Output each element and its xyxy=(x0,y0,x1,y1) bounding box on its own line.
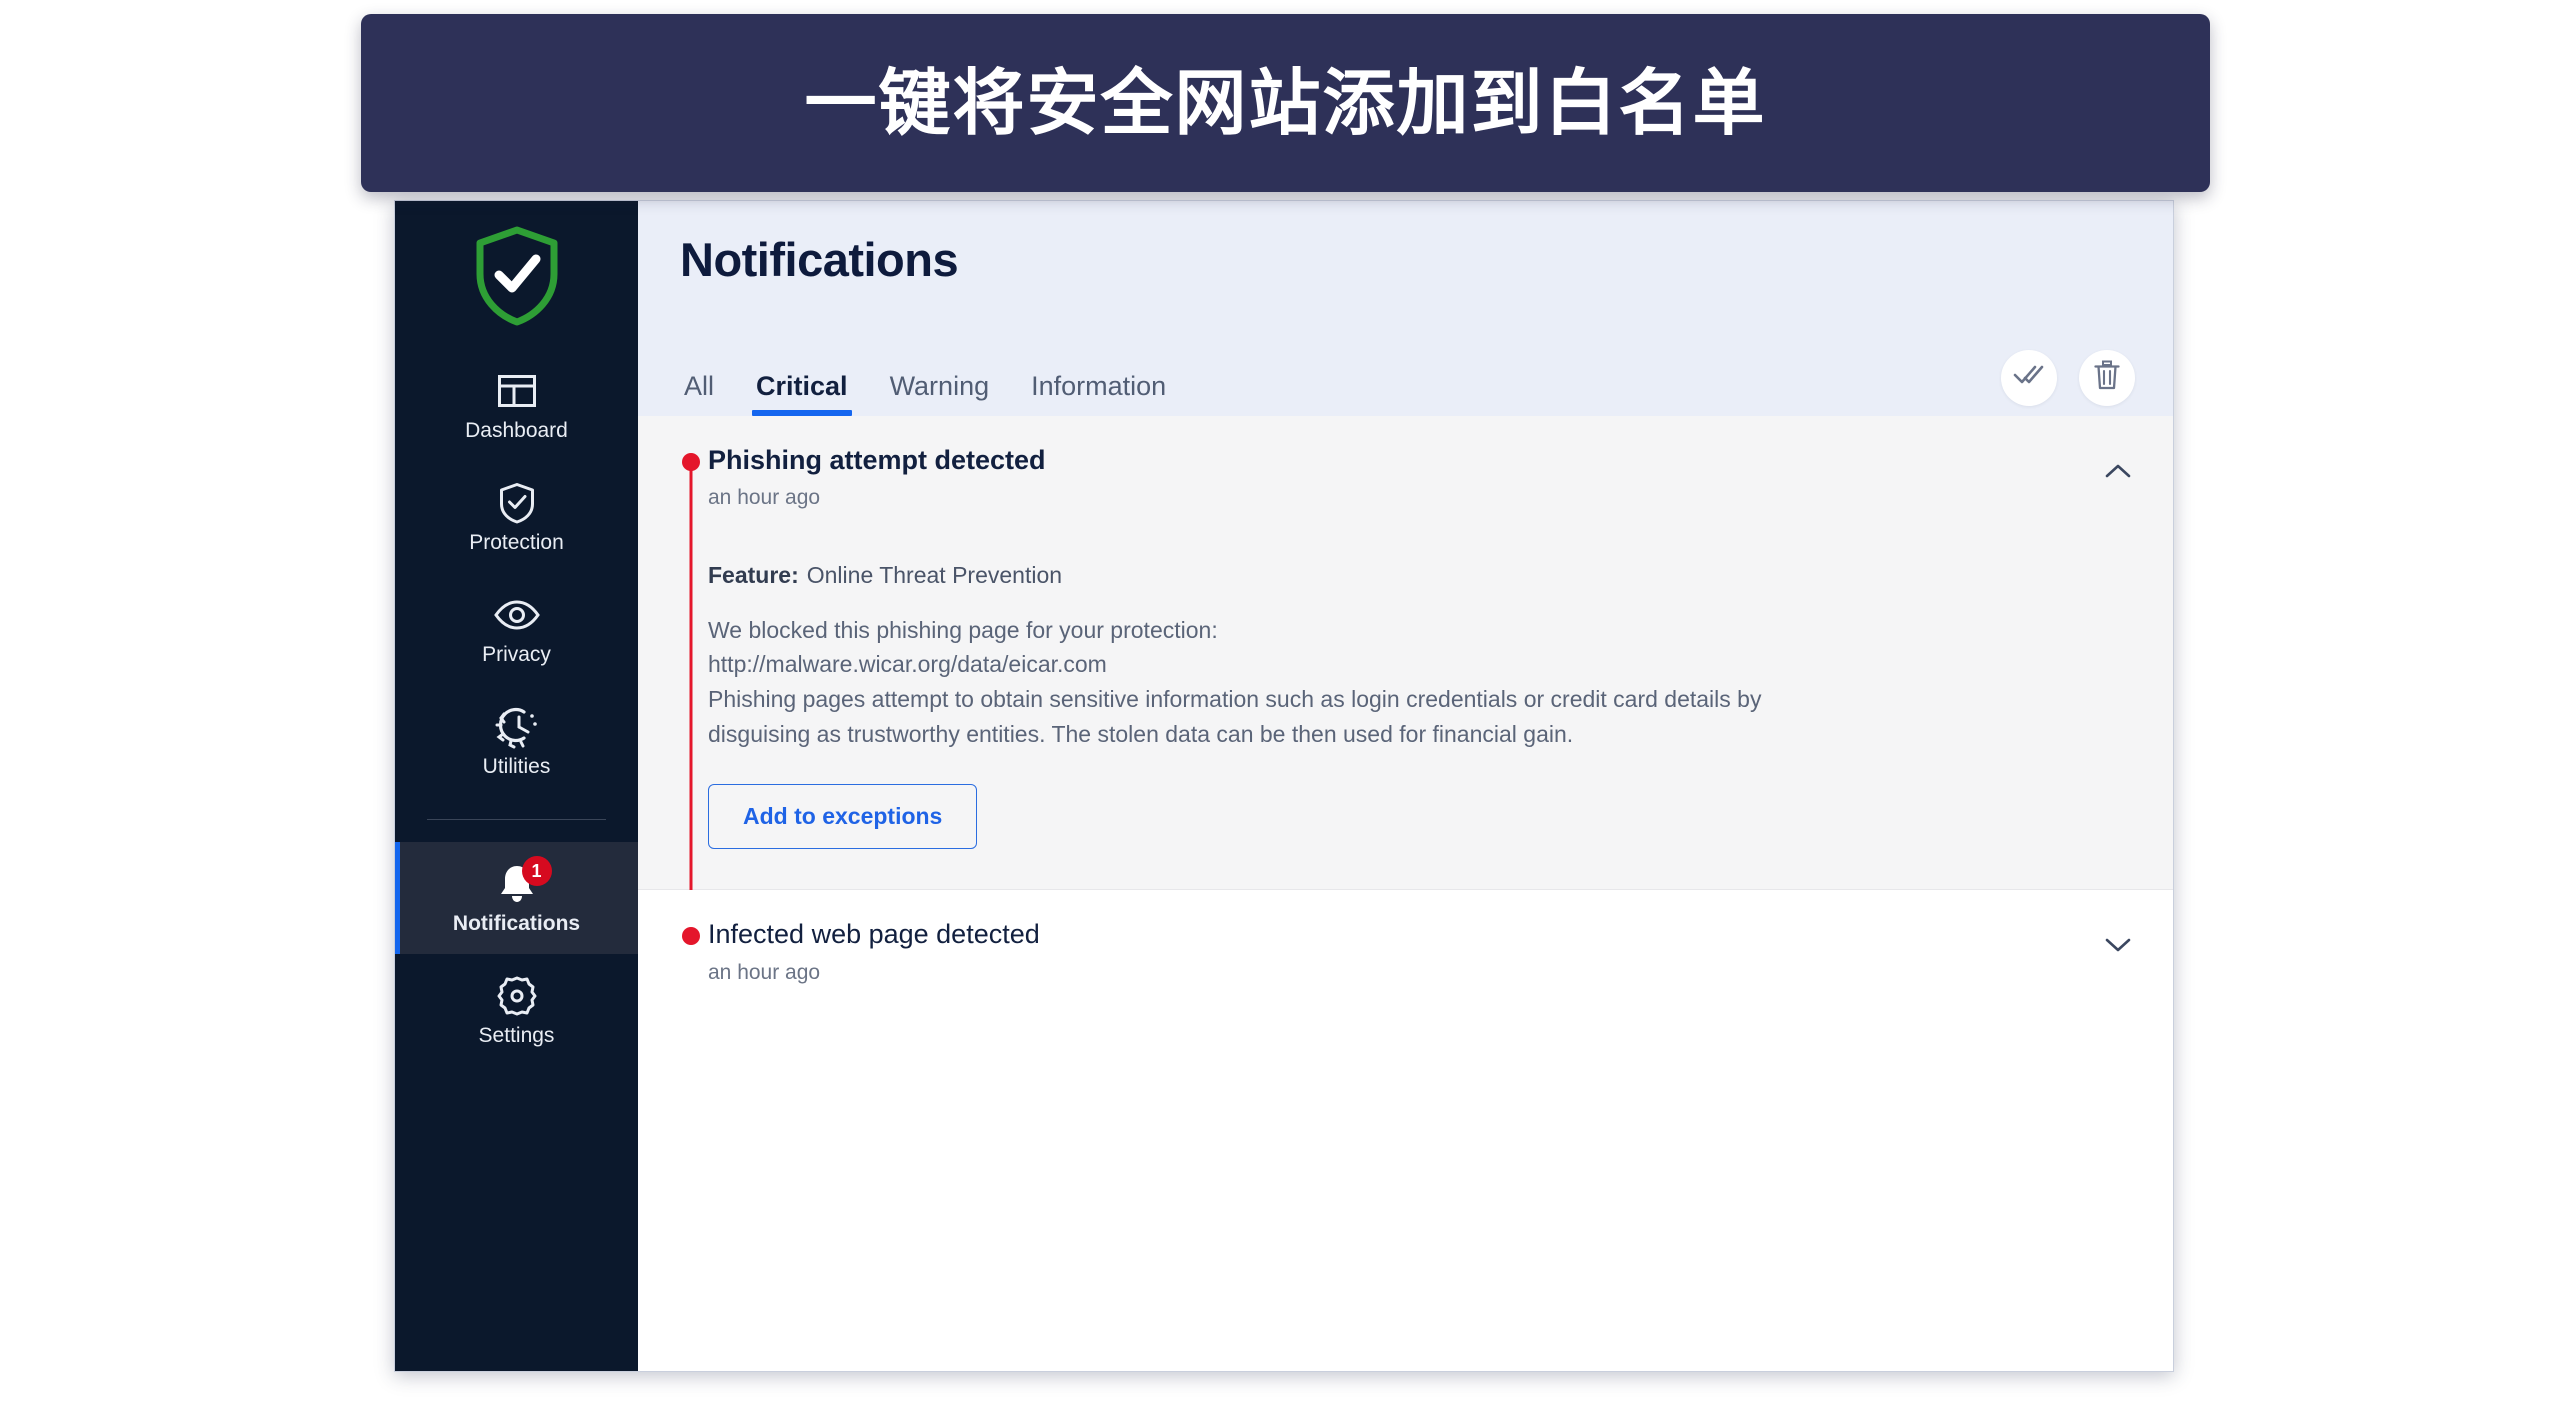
tab-all[interactable]: All xyxy=(680,372,718,416)
notification-filter-tabs: All Critical Warning Information xyxy=(680,338,1170,416)
notification-title: Phishing attempt detected xyxy=(708,444,1046,475)
notification-title-block: Phishing attempt detected an hour ago xyxy=(708,444,1046,511)
mark-all-read-button[interactable] xyxy=(2001,349,2057,406)
sidebar-item-privacy-label: Privacy xyxy=(482,643,551,666)
description-line-4: disguising as trustworthy entities. The … xyxy=(708,721,1574,748)
gear-clock-icon xyxy=(495,705,539,749)
notification-header: Infected web page detected an hour ago xyxy=(680,918,2135,985)
notification-header: Phishing attempt detected an hour ago xyxy=(680,444,2135,898)
notification-item-phishing[interactable]: Phishing attempt detected an hour ago Fe… xyxy=(638,415,2173,898)
description-line-3: Phishing pages attempt to obtain sensiti… xyxy=(708,686,1762,713)
application-window: Dashboard Protection Privacy Utilities 1… xyxy=(394,200,2174,1372)
page-title: Notifications xyxy=(680,233,959,286)
tab-information[interactable]: Information xyxy=(1027,372,1170,416)
sidebar-divider xyxy=(427,819,606,820)
double-check-icon xyxy=(2013,363,2045,392)
main-content-panel: Notifications All Critical Warning Infor… xyxy=(638,201,2173,1371)
notifications-badge: 1 xyxy=(521,856,552,886)
severity-indicator xyxy=(680,444,702,898)
sidebar-item-settings-label: Settings xyxy=(478,1024,555,1047)
app-logo xyxy=(395,201,638,349)
trash-icon xyxy=(2094,360,2120,395)
tab-critical[interactable]: Critical xyxy=(752,372,852,416)
sidebar-item-settings[interactable]: Settings xyxy=(395,954,638,1066)
notification-title-block: Infected web page detected an hour ago xyxy=(708,918,1040,985)
severity-indicator xyxy=(680,918,702,946)
dashboard-layout-icon xyxy=(497,369,537,413)
chevron-down-icon[interactable] xyxy=(2101,918,2135,962)
description-line-1: We blocked this phishing page for your p… xyxy=(708,616,1218,643)
notification-timestamp: an hour ago xyxy=(708,486,821,510)
sidebar-item-notifications[interactable]: 1 Notifications xyxy=(395,842,638,954)
notification-feature-value: Online Threat Prevention xyxy=(806,561,1063,588)
sidebar-item-dashboard[interactable]: Dashboard xyxy=(395,349,638,461)
promo-banner: 一键将安全网站添加到白名单 xyxy=(361,14,2210,192)
sidebar-item-protection-label: Protection xyxy=(469,531,564,554)
sidebar-item-privacy[interactable]: Privacy xyxy=(395,573,638,685)
sidebar-navigation: Dashboard Protection Privacy Utilities 1… xyxy=(395,201,638,1371)
tab-warning[interactable]: Warning xyxy=(886,372,994,416)
severity-rail-line xyxy=(689,457,693,898)
tabs-row: All Critical Warning Information xyxy=(638,338,2173,416)
panel-header: Notifications All Critical Warning Infor… xyxy=(638,201,2173,416)
notification-feature-label: Feature: xyxy=(708,561,799,588)
notification-body: Feature: Online Threat Prevention We bloc… xyxy=(708,561,2135,850)
add-to-exceptions-button[interactable]: Add to exceptions xyxy=(708,784,978,850)
notification-feature-row: Feature: Online Threat Prevention xyxy=(708,561,2135,591)
notification-header-left: Infected web page detected an hour ago xyxy=(680,918,1040,985)
notification-header-left: Phishing attempt detected an hour ago xyxy=(680,444,1046,898)
severity-dot-critical xyxy=(682,927,700,946)
sidebar-item-protection[interactable]: Protection xyxy=(395,461,638,573)
promo-banner-text: 一键将安全网站添加到白名单 xyxy=(804,61,1767,145)
chevron-up-icon[interactable] xyxy=(2101,444,2135,488)
notification-title: Infected web page detected xyxy=(708,919,1040,950)
header-actions xyxy=(2001,349,2135,416)
notification-timestamp: an hour ago xyxy=(708,961,821,985)
notification-item-infected-page[interactable]: Infected web page detected an hour ago xyxy=(638,890,2173,1014)
notification-description: We blocked this phishing page for your p… xyxy=(708,613,2135,753)
sidebar-item-notifications-label: Notifications xyxy=(452,912,581,935)
bell-icon: 1 xyxy=(496,856,552,906)
delete-all-button[interactable] xyxy=(2079,349,2135,406)
green-shield-check-logo-icon xyxy=(474,226,560,331)
sidebar-item-dashboard-label: Dashboard xyxy=(465,419,568,442)
notification-list: Phishing attempt detected an hour ago Fe… xyxy=(638,415,2173,1371)
shield-check-icon xyxy=(498,481,536,525)
sidebar-item-utilities[interactable]: Utilities xyxy=(395,685,638,797)
eye-icon xyxy=(493,593,541,637)
sidebar-item-utilities-label: Utilities xyxy=(482,755,551,778)
gear-icon xyxy=(495,974,539,1018)
severity-dot-critical xyxy=(682,452,700,471)
description-line-2: http://malware.wicar.org/data/eicar.com xyxy=(708,651,1107,678)
